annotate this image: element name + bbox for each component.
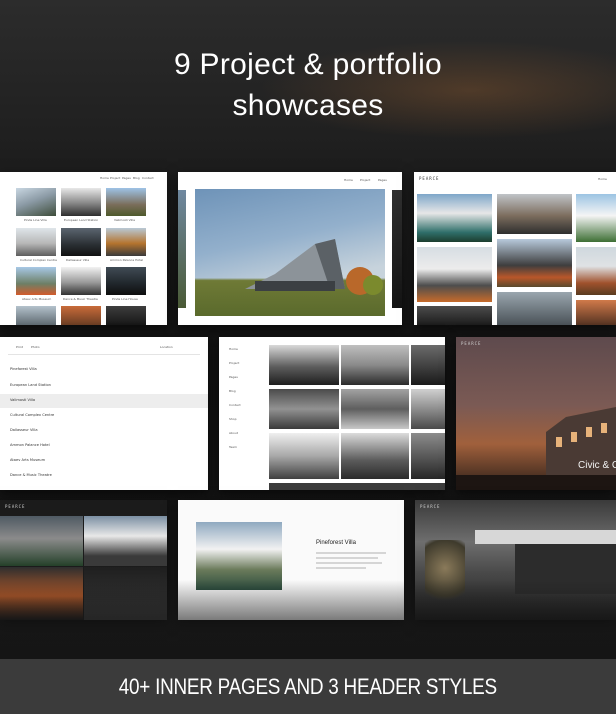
gallery-image[interactable] (411, 389, 445, 429)
project-thumbnail[interactable] (576, 194, 616, 242)
gallery-image[interactable] (341, 345, 409, 385)
grid-caption: Pinde Line Villa (24, 218, 47, 222)
nav-item-home[interactable]: Home (344, 178, 353, 182)
screenshot-dark-hero: PEARCE Civic & C (456, 337, 616, 490)
divider (8, 354, 200, 355)
project-thumbnail[interactable] (106, 306, 146, 325)
gallery-image[interactable] (269, 483, 445, 490)
gallery-image[interactable] (411, 345, 445, 385)
nav-item-pages[interactable]: Pages (122, 176, 131, 180)
project-thumbnail[interactable] (497, 239, 572, 287)
hero-house-shape (245, 239, 383, 295)
project-thumbnail[interactable] (61, 188, 101, 216)
project-list-item[interactable]: Dallasseur Villa (10, 428, 38, 432)
nav-item-home[interactable]: Home (100, 176, 109, 180)
project-list-item[interactable]: Pineforest Villa (10, 367, 37, 371)
project-thumbnail[interactable] (576, 247, 616, 295)
side-nav-item[interactable]: About (229, 431, 238, 435)
headline: 9 Project & portfolio showcases (0, 44, 616, 126)
gallery-image[interactable] (411, 433, 445, 479)
side-nav-item[interactable]: Pages (229, 375, 238, 379)
side-nav-item[interactable]: Team (229, 445, 237, 449)
project-thumbnail[interactable] (16, 267, 56, 295)
screenshot-grid-listing: Home Project Pages Blog Contact Pinde Li… (0, 172, 167, 325)
gallery-image[interactable] (269, 389, 339, 429)
bottom-fade-overlay (0, 580, 616, 660)
project-thumbnail[interactable] (497, 292, 572, 325)
grid-caption: Ataev Arts Museum (22, 297, 52, 301)
detail-title: Pineforest Villa (316, 540, 356, 546)
project-list-item[interactable]: Ataev Arts Museum (10, 458, 45, 462)
filter-tab-print[interactable]: Print (16, 345, 23, 349)
footer-banner: 40+ INNER PAGES AND 3 HEADER STYLES (0, 659, 616, 714)
project-thumbnail[interactable] (16, 228, 56, 256)
detail-text-line (316, 562, 382, 564)
project-list-item[interactable]: Cultural Complex Centre (10, 413, 54, 417)
footer-text: 40+ INNER PAGES AND 3 HEADER STYLES (118, 673, 498, 699)
screenshot-project-list: Print Photo Location Pineforest Villa Eu… (0, 337, 208, 490)
project-thumbnail[interactable] (84, 516, 167, 566)
detail-text-line (316, 557, 378, 559)
nav-item-project[interactable]: Project (110, 176, 120, 180)
side-nav-item[interactable]: Blog (229, 389, 236, 393)
right-edge-strip (392, 190, 402, 308)
grid-caption: Dance & Music Theatre (63, 297, 98, 301)
grid-caption: Valimosti Villa (114, 218, 135, 222)
project-thumbnail[interactable] (497, 194, 572, 234)
brand-logo[interactable]: PEARCE (419, 176, 439, 181)
gallery-image[interactable] (269, 345, 339, 385)
project-thumbnail[interactable] (417, 194, 492, 242)
villa-roof (475, 530, 616, 544)
side-nav-item[interactable]: Home (229, 347, 238, 351)
side-nav-item[interactable]: Shop (229, 417, 237, 421)
filter-tab-photo[interactable]: Photo (31, 345, 40, 349)
project-thumbnail[interactable] (0, 516, 83, 566)
project-thumbnail[interactable] (106, 228, 146, 256)
grid-caption: Dallasseur Villa (66, 258, 90, 262)
grid-caption: European Land Station (64, 218, 99, 222)
nav-item-home[interactable]: Home (598, 177, 607, 181)
side-nav-item[interactable]: Contact (229, 403, 241, 407)
grid-caption: Pinde Line House (112, 297, 138, 301)
project-thumbnail[interactable] (16, 306, 56, 325)
brand-logo[interactable]: PEARCE (5, 504, 25, 509)
project-list-item-active[interactable]: Valimosti Villa (10, 398, 35, 402)
screenshot-project-hero: Home Project Pages (178, 172, 402, 325)
detail-text-line (316, 567, 366, 569)
project-thumbnail[interactable] (61, 306, 101, 325)
project-thumbnail[interactable] (61, 228, 101, 256)
nav-item-project[interactable]: Project (360, 178, 370, 182)
nav-item-blog[interactable]: Blog (133, 176, 140, 180)
project-thumbnail[interactable] (16, 188, 56, 216)
headline-line-2: showcases (232, 89, 384, 122)
nav-item-pages[interactable]: Pages (378, 178, 387, 182)
hero-caption: Civic & C (578, 460, 616, 471)
project-thumbnail[interactable] (576, 300, 616, 325)
screenshot-monochrome-gallery: Home Project Pages Blog Contact Shop Abo… (219, 337, 445, 490)
brand-logo[interactable]: PEARCE (420, 504, 440, 509)
project-list-item[interactable]: European Land Station (10, 383, 51, 387)
nav-item-contact[interactable]: Contact (142, 176, 154, 180)
project-thumbnail[interactable] (106, 188, 146, 216)
detail-text-line (316, 552, 386, 554)
project-thumbnail[interactable] (417, 247, 492, 302)
project-thumbnail[interactable] (417, 306, 492, 325)
gallery-image[interactable] (269, 433, 339, 479)
headline-line-1: 9 Project & portfolio (173, 48, 443, 81)
project-list-item[interactable]: Ammon Palance Hotel (10, 443, 50, 447)
filter-location[interactable]: Location (160, 345, 173, 349)
project-list-item[interactable]: Dance & Music Theatre (10, 473, 52, 477)
grid-caption: Cultural Complex Centre (20, 258, 57, 262)
grid-caption: Ammon Palance Hotel (110, 258, 144, 262)
project-thumbnail[interactable] (106, 267, 146, 295)
project-thumbnail[interactable] (61, 267, 101, 295)
screenshot-masonry-grid: PEARCE Home (414, 172, 616, 325)
gallery-image[interactable] (341, 389, 409, 429)
left-edge-strip (178, 190, 186, 308)
side-nav-item[interactable]: Project (229, 361, 239, 365)
gallery-image[interactable] (341, 433, 409, 479)
